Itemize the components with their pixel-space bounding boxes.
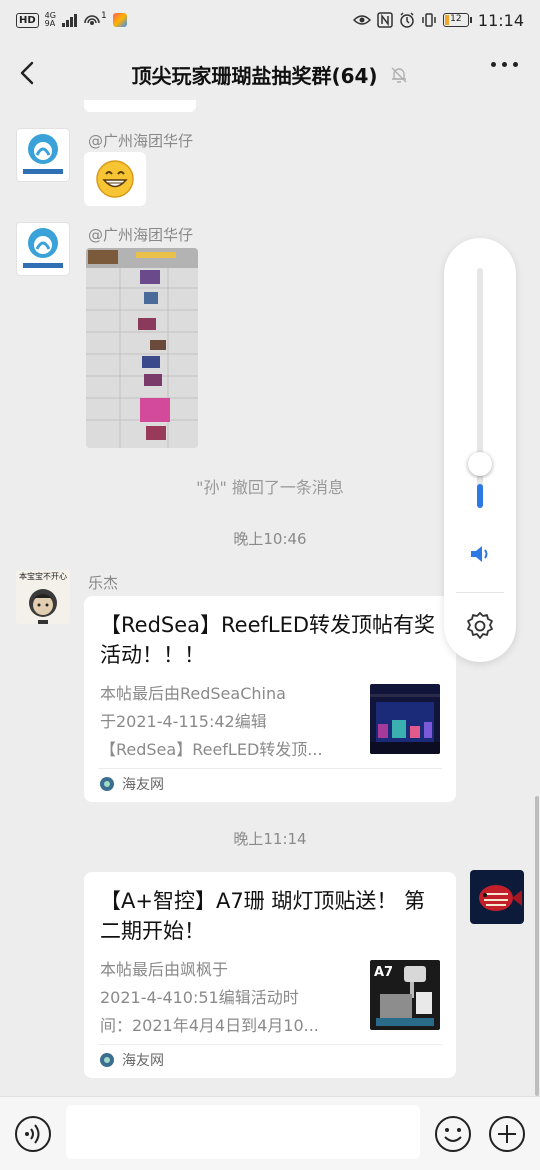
link-card[interactable]: 【A+智控】A7珊 瑚灯顶贴送！ 第二期开始！ 本帖最后由飒枫于 2021-4-…: [84, 872, 456, 1078]
hotspot-icon: [84, 15, 100, 25]
input-bar: [0, 1096, 540, 1170]
thumbnail-label: A7: [374, 965, 393, 980]
coral-price-list-image: [86, 248, 198, 448]
more-options-button[interactable]: [491, 62, 518, 67]
sender-name: @广州海团华仔: [88, 226, 194, 244]
mute-bell-icon: [391, 67, 407, 83]
source-name: 海友网: [122, 1053, 164, 1069]
link-card-title: 【A+智控】A7珊 瑚灯顶贴送！ 第二期开始！: [100, 889, 426, 943]
link-card-source: 海友网: [100, 774, 164, 794]
chat-header: 顶尖玩家珊瑚盐抽奖群(64): [0, 48, 540, 100]
emoji-message-bubble[interactable]: [84, 152, 146, 206]
link-card-desc-line: 2021-4-410:51编辑活动时: [100, 988, 299, 1007]
dolphin-logo-icon: [23, 228, 63, 268]
voice-input-button[interactable]: [14, 1115, 52, 1153]
alarm-icon: [400, 12, 414, 28]
speaker-icon[interactable]: [468, 542, 492, 566]
battery-level: 12: [450, 14, 462, 24]
avatar[interactable]: [16, 128, 70, 182]
link-card-description: 本帖最后由飒枫于 2021-4-410:51编辑活动时 间：2021年4月4日到…: [100, 956, 352, 1040]
source-logo-icon: [100, 777, 114, 791]
emoji-button[interactable]: [434, 1115, 472, 1153]
avatar[interactable]: [16, 222, 70, 276]
avatar[interactable]: 本宝宝不开心: [16, 570, 70, 624]
nfc-icon: [377, 12, 393, 28]
volume-panel: [444, 238, 516, 662]
network-sub-label: 9A: [44, 19, 56, 28]
led-lamp-thumbnail-image: A7: [370, 960, 440, 1030]
link-card-thumbnail: A7: [370, 960, 440, 1030]
link-card-desc-line: 于2021-4-115:42编辑: [100, 712, 267, 731]
link-card-description: 本帖最后由RedSeaChina 于2021-4-115:42编辑 【RedSe…: [100, 680, 352, 764]
fish-avatar-icon: [470, 870, 524, 924]
image-message-bubble[interactable]: [86, 248, 198, 448]
more-functions-button[interactable]: [488, 1115, 526, 1153]
volume-slider-fill: [477, 484, 483, 508]
eye-icon: [352, 15, 371, 25]
app-notification-icon: [112, 13, 127, 27]
grinning-face-icon: [96, 160, 134, 198]
link-card-thumbnail: [370, 684, 440, 754]
source-logo-icon: [100, 1053, 114, 1067]
chat-title-wrap: 顶尖玩家珊瑚盐抽奖群(64): [0, 60, 540, 89]
sender-name: 乐杰: [88, 574, 119, 592]
divider: [98, 1044, 442, 1045]
dolphin-logo-icon: [23, 134, 63, 174]
link-card[interactable]: 【RedSea】ReefLED转发顶帖有奖活动！！！ 本帖最后由RedSeaCh…: [84, 596, 456, 802]
status-bar: HD 4G 9A 1 12 11:14: [0, 0, 540, 40]
link-card-desc-line: 【RedSea】ReefLED转发顶...: [100, 740, 323, 759]
source-name: 海友网: [122, 777, 164, 793]
battery-icon: 12: [442, 13, 472, 27]
divider: [456, 592, 504, 593]
link-card-source: 海友网: [100, 1050, 164, 1070]
hd-indicator: HD: [16, 12, 39, 28]
link-card-desc-line: 间：2021年4月4日到4月10...: [100, 1016, 319, 1035]
gear-icon[interactable]: [464, 610, 496, 642]
link-card-desc-line: 本帖最后由飒枫于: [100, 960, 229, 979]
link-card-title: 【RedSea】ReefLED转发顶帖有奖活动！！！: [100, 613, 436, 667]
scrollbar[interactable]: [535, 796, 539, 1096]
signal-icon: [61, 13, 77, 27]
timestamp: 晚上11:14: [233, 830, 307, 848]
volume-slider-thumb[interactable]: [468, 452, 492, 476]
avatar[interactable]: [470, 870, 524, 924]
link-card-desc-line: 本帖最后由RedSeaChina: [100, 684, 286, 703]
aquarium-thumbnail-image: [370, 684, 440, 754]
sender-name: @广州海团华仔: [88, 132, 194, 150]
message-input[interactable]: [66, 1105, 420, 1159]
network-type: 4G 9A: [45, 12, 56, 28]
svg-text:本宝宝不开心: 本宝宝不开心: [19, 571, 67, 581]
clock: 11:14: [477, 10, 524, 30]
vibrate-icon: [422, 13, 436, 27]
message-bubble-partial[interactable]: [84, 100, 196, 112]
divider: [98, 768, 442, 769]
chat-title: 顶尖玩家珊瑚盐抽奖群(64): [131, 64, 378, 88]
status-left: HD 4G 9A 1: [16, 11, 127, 28]
cartoon-avatar-icon: 本宝宝不开心: [16, 570, 70, 624]
hotspot-count: 1: [100, 11, 107, 21]
status-right: 12 11:14: [352, 10, 524, 30]
